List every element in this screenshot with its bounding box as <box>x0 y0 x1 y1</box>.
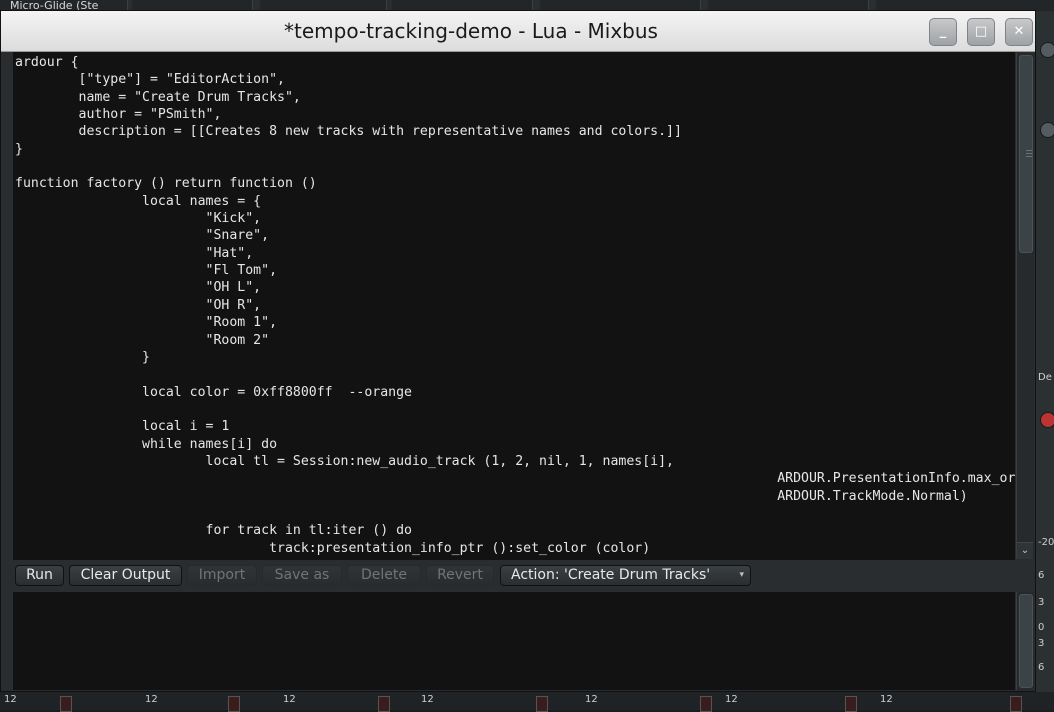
code-line: } <box>142 349 150 365</box>
code-line: local i = 1 <box>142 419 230 435</box>
script-output[interactable] <box>13 592 1015 690</box>
code-line: } <box>15 141 23 157</box>
fader-gain-label: 12 <box>421 694 434 705</box>
action-type-dropdown[interactable]: Action: 'Create Drum Tracks' ▾ <box>500 565 751 586</box>
scrollbar-thumb[interactable] <box>1019 594 1033 688</box>
code-line: "Hat", <box>205 245 254 261</box>
code-line: ardour { <box>15 55 79 70</box>
save-as-button[interactable]: Save as <box>262 565 342 586</box>
code-line: local names = { <box>142 193 262 209</box>
minimize-button[interactable]: _ <box>929 18 957 46</box>
window-title: *tempo-tracking-demo - Lua - Mixbus <box>284 19 658 43</box>
mixer-right-strip: -20 6 3 0 3 6 De <box>1036 12 1054 692</box>
revert-button[interactable]: Revert <box>426 565 494 586</box>
meter-scale-label: 6 <box>1038 570 1045 581</box>
fader-gain-label: 12 <box>725 694 738 705</box>
code-line: "Room 1", <box>205 315 278 331</box>
meter-scale-label: 0 <box>1038 622 1045 633</box>
scrollbar-grip <box>1026 153 1032 154</box>
code-line: ARDOUR.TrackMode.Normal) <box>777 488 968 504</box>
meter-scale-label: 6 <box>1038 662 1045 673</box>
close-icon: ✕ <box>1013 24 1025 39</box>
fader-gain-label: 12 <box>145 694 158 705</box>
minimize-icon: _ <box>939 24 947 39</box>
code-line: "OH L", <box>205 280 262 296</box>
meter-scale-label: -20 <box>1038 537 1054 548</box>
script-toolbar: Run Clear Output Import Save as Delete R… <box>1 562 1035 590</box>
clear-output-button[interactable]: Clear Output <box>69 565 182 586</box>
run-button[interactable]: Run <box>15 565 64 586</box>
code-line: ARDOUR.PresentationInfo.max_order, <box>777 471 1015 487</box>
scrollbar-grip <box>1026 156 1032 157</box>
mixer-fader-row: 12 12 12 12 12 12 12 <box>0 692 1054 712</box>
fader-gain-label: 12 <box>880 694 893 705</box>
delete-button[interactable]: Delete <box>347 565 421 586</box>
code-line: track:presentation_info_ptr ():set_color… <box>269 540 651 556</box>
editor-scrollbar[interactable]: ⌄ <box>1016 53 1034 559</box>
code-line: name = "Create Drum Tracks", <box>78 89 301 105</box>
script-editor[interactable]: ardour { ["type"] = "EditorAction", name… <box>13 52 1015 560</box>
lua-script-window: *tempo-tracking-demo - Lua - Mixbus _ □ … <box>0 10 1036 692</box>
code-line: "Fl Tom", <box>205 263 278 279</box>
fader-gain-label: 12 <box>585 694 598 705</box>
window-titlebar[interactable]: *tempo-tracking-demo - Lua - Mixbus _ □ … <box>1 11 1035 52</box>
code-line: ["type"] = "EditorAction", <box>78 72 285 88</box>
scroll-down-arrow-icon[interactable]: ⌄ <box>1017 542 1033 559</box>
scrollbar-grip <box>1026 150 1032 151</box>
meter-scale-label: 3 <box>1038 597 1045 608</box>
maximize-icon: □ <box>974 24 988 39</box>
code-line: "Kick", <box>205 211 262 227</box>
code-line: "OH R", <box>205 297 262 313</box>
fader-gain-label: 12 <box>4 694 17 705</box>
scrollbar-thumb[interactable] <box>1019 55 1033 253</box>
dropdown-arrow-icon: ▾ <box>739 570 744 580</box>
meter-scale-label: De <box>1038 372 1052 383</box>
meter-scale-label: 3 <box>1038 638 1045 649</box>
import-button[interactable]: Import <box>187 565 257 586</box>
close-button[interactable]: ✕ <box>1005 18 1033 46</box>
output-scrollbar[interactable] <box>1016 592 1034 690</box>
code-line: description = [[Creates 8 new tracks wit… <box>78 124 682 140</box>
code-line: local color = 0xff8800ff --orange <box>142 384 412 400</box>
code-line: function factory () return function () <box>15 176 317 192</box>
script-code[interactable]: ardour { ["type"] = "EditorAction", name… <box>13 52 1015 557</box>
pan-knob[interactable] <box>1040 42 1054 58</box>
pan-knob[interactable] <box>1040 122 1054 138</box>
fader-gain-label: 12 <box>283 694 296 705</box>
code-line: "Snare", <box>205 228 270 244</box>
code-line: local tl = Session:new_audio_track (1, 2… <box>205 453 674 469</box>
code-line: for track in tl:iter () do <box>205 523 412 539</box>
code-line: while names[i] do <box>142 436 278 452</box>
action-type-label: Action: 'Create Drum Tracks' <box>511 567 711 583</box>
record-button[interactable] <box>1040 412 1054 428</box>
code-line: author = "PSmith", <box>78 107 222 123</box>
maximize-button[interactable]: □ <box>967 18 995 46</box>
code-line: "Room 2" <box>205 332 270 348</box>
